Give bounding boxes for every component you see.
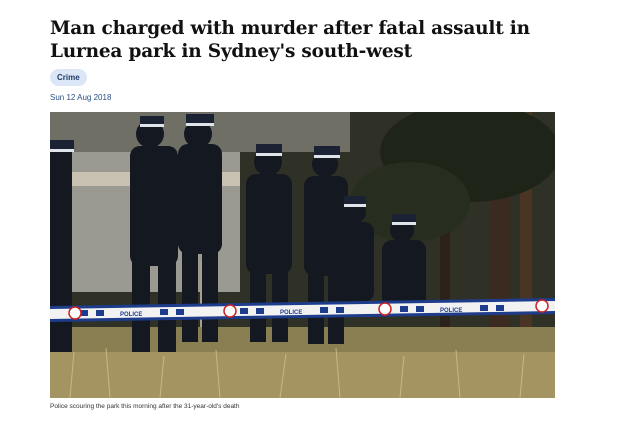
publish-date: Sun 12 Aug 2018 — [50, 93, 112, 102]
article-headline: Man charged with murder after fatal assa… — [50, 18, 530, 62]
article-photo[interactable]: POLICE POLICE POLICE — [50, 112, 555, 398]
photo-caption: Police scouring the park this morning af… — [50, 403, 240, 410]
tape-text: POLICE — [440, 308, 462, 314]
tape-text: POLICE — [120, 312, 142, 318]
tape-text: POLICE — [280, 310, 302, 316]
photo-illustration: POLICE POLICE POLICE — [50, 112, 555, 398]
category-tag[interactable]: Crime — [50, 69, 87, 86]
